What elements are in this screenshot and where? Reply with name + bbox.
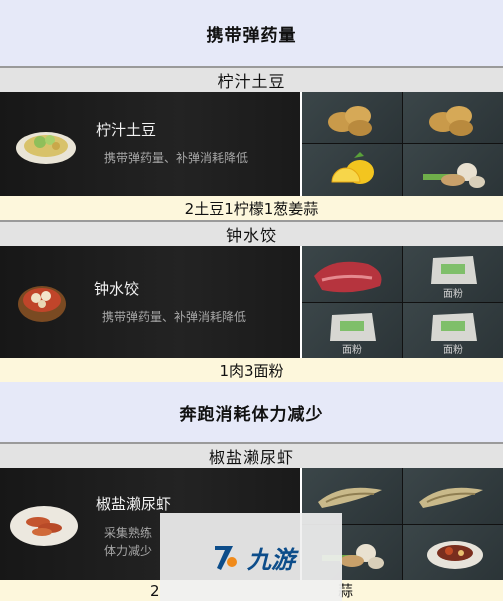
card-title: 钟水饺 <box>94 280 140 298</box>
recipe-name-mantis-shrimp: 椒盐濑尿虾 <box>0 442 503 468</box>
card-description: 携带弹药量、补弹消耗降低 <box>102 310 247 324</box>
lemon-potato-dish-icon <box>16 132 76 164</box>
ingredient-slot <box>403 144 503 196</box>
ingredient-label: 面粉 <box>443 289 463 300</box>
ingredient-slot: 面粉 <box>302 303 402 358</box>
ingredient-label: 面粉 <box>443 345 463 356</box>
card-description-line-2: 体力减少 <box>104 544 153 558</box>
ingredient-label: 面粉 <box>342 345 362 356</box>
ingredient-grid-lemon-potato <box>302 92 503 196</box>
formula-left-fragment: 2 <box>150 581 160 600</box>
ingredient-slot: 面粉 <box>403 303 503 358</box>
dumplings-dish-icon <box>18 286 66 322</box>
watermark-text: 九游 <box>247 545 295 574</box>
potato-icon <box>328 106 372 136</box>
section-header-stamina: 奔跑消耗体力减少 <box>0 382 503 442</box>
recipe-card-lemon-potato: 柠汁土豆 携带弹药量、补弹消耗降低 <box>0 92 300 196</box>
recipe-formula: 2土豆1柠檬1葱姜蒜 <box>0 196 503 220</box>
potato-icon <box>429 106 473 136</box>
mantis-shrimp-dish-icon <box>10 506 78 546</box>
meat-icon <box>314 261 382 293</box>
mantis-shrimp-icon <box>419 487 483 508</box>
ingredient-slot <box>302 246 402 302</box>
card-description-line-1: 采集熟练 <box>104 526 153 540</box>
recipe-name-lemon-potato: 柠汁土豆 <box>0 66 503 92</box>
section-header-ammo: 携带弹药量 <box>0 0 503 66</box>
recipe-formula: 1肉3面粉 <box>0 358 503 382</box>
ingredient-slot <box>302 144 402 196</box>
watermark: 九游 <box>160 513 342 601</box>
lemon-icon <box>331 152 374 184</box>
ingredient-slot <box>403 468 503 524</box>
card-title: 椒盐濑尿虾 <box>96 495 172 513</box>
ingredient-grid-dumplings: 面粉 面粉 面粉 <box>302 246 503 358</box>
recipe-name-dumplings: 钟水饺 <box>0 220 503 246</box>
flour-bag-icon <box>431 256 477 284</box>
plated-dish-icon <box>427 541 483 569</box>
watermark-logo-icon <box>215 546 237 570</box>
ingredient-slot <box>403 92 503 143</box>
ingredient-slot: 面粉 <box>403 246 503 302</box>
recipe-card-dumplings: 钟水饺 携带弹药量、补弹消耗降低 <box>0 246 300 358</box>
ingredient-slot <box>403 525 503 580</box>
card-title: 柠汁土豆 <box>96 121 157 139</box>
ingredient-slot <box>302 92 402 143</box>
scallion-ginger-garlic-icon <box>423 163 485 188</box>
card-description: 携带弹药量、补弹消耗降低 <box>104 151 249 165</box>
